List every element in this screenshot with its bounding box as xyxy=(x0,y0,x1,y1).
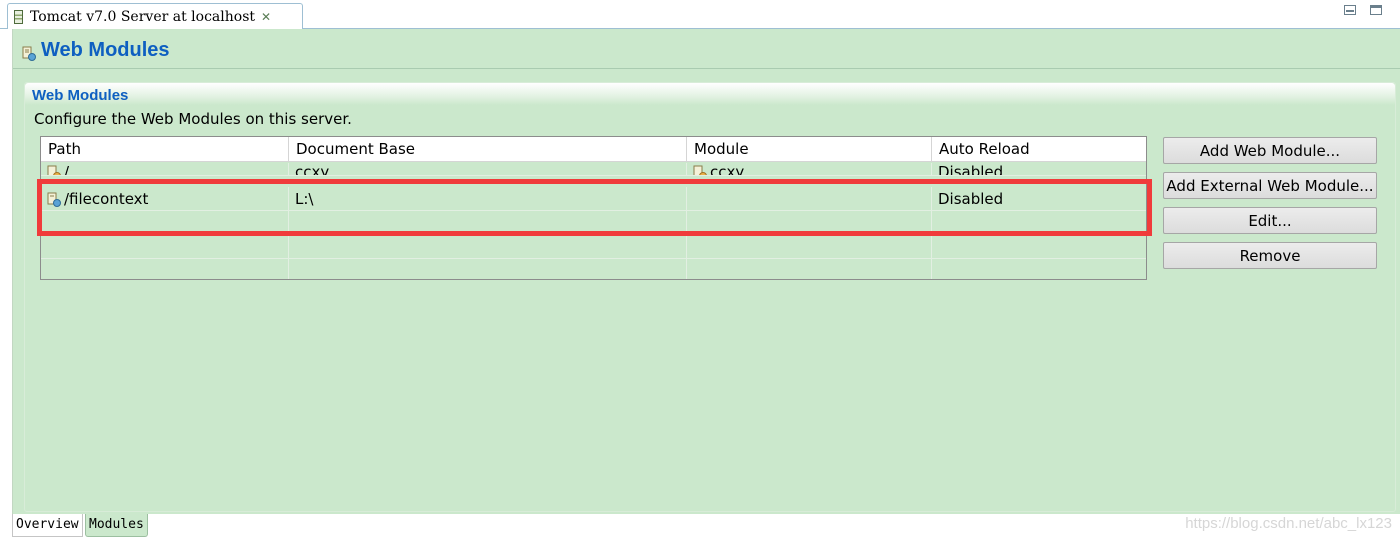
tab-overview[interactable]: Overview xyxy=(12,514,83,537)
column-header-document-base[interactable]: Document Base xyxy=(289,137,687,162)
table-header: Path Document Base Module Auto Reload xyxy=(41,137,1146,162)
section-title: Web Modules xyxy=(32,87,129,104)
watermark: https://blog.csdn.net/abc_lx123 xyxy=(1185,515,1392,532)
column-header-module[interactable]: Module xyxy=(687,137,932,162)
row-document-base: ccxy xyxy=(289,163,687,175)
web-module-icon xyxy=(22,46,36,61)
empty-row xyxy=(41,235,1146,259)
editor-tab[interactable]: Tomcat v7.0 Server at localhost ✕ xyxy=(7,3,303,29)
section-description: Configure the Web Modules on this server… xyxy=(34,110,352,128)
project-icon xyxy=(693,165,707,175)
editor-tab-title: Tomcat v7.0 Server at localhost xyxy=(30,8,255,25)
add-web-module-button[interactable]: Add Web Module... xyxy=(1163,137,1377,164)
row-auto-reload: Disabled xyxy=(938,163,1004,176)
close-icon[interactable]: ✕ xyxy=(261,10,271,24)
minimize-icon[interactable] xyxy=(1344,5,1356,15)
add-external-web-module-button[interactable]: Add External Web Module... xyxy=(1163,172,1377,199)
empty-row xyxy=(41,259,1146,279)
tab-modules[interactable]: Modules xyxy=(85,514,148,537)
column-header-auto-reload[interactable]: Auto Reload xyxy=(932,137,1146,162)
edit-button[interactable]: Edit... xyxy=(1163,207,1377,234)
maximize-icon[interactable] xyxy=(1370,5,1382,15)
editor-tab-bar: Tomcat v7.0 Server at localhost ✕ xyxy=(0,0,1400,29)
highlight-box xyxy=(37,179,1152,236)
section-header: Web Modules xyxy=(25,83,1395,105)
table-row[interactable]: / ccxy ccxy Disabled xyxy=(41,163,1146,176)
row-path: / xyxy=(64,163,70,176)
page-title: Web Modules xyxy=(41,39,170,61)
remove-button[interactable]: Remove xyxy=(1163,242,1377,269)
row-module: ccxy xyxy=(710,163,745,176)
web-module-icon xyxy=(47,165,61,175)
window-controls xyxy=(1344,5,1382,15)
column-header-path[interactable]: Path xyxy=(41,137,289,162)
page-header: Web Modules xyxy=(13,29,1400,69)
server-file-icon xyxy=(14,9,23,24)
